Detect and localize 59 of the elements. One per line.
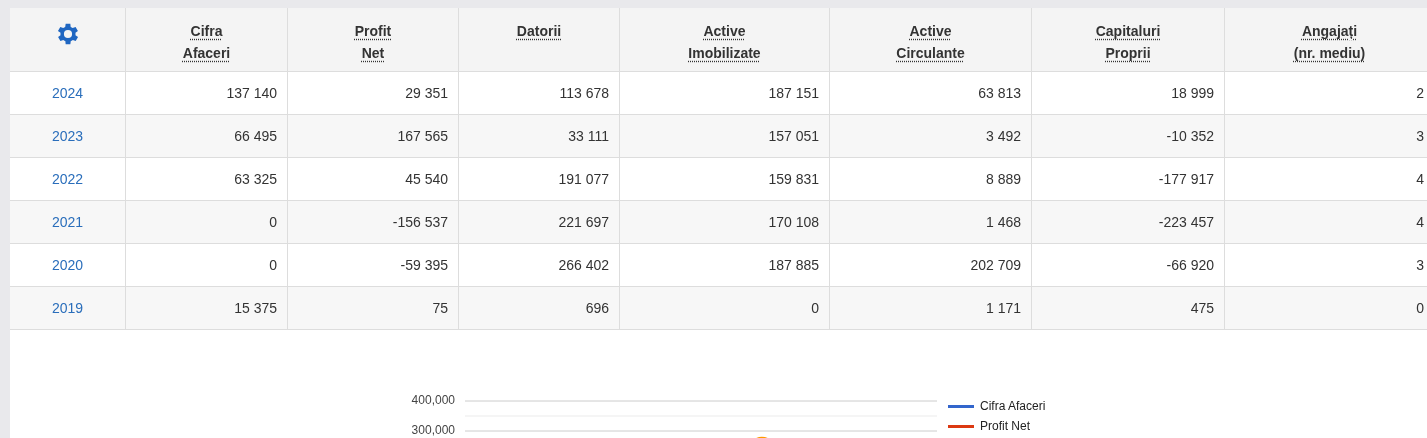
table-cell: -66 920 <box>1166 257 1214 273</box>
column-header[interactable]: Capitaluri Proprii <box>1095 20 1161 64</box>
table-cell: 159 831 <box>768 171 819 187</box>
table-cell: 1 171 <box>985 300 1021 316</box>
table-cell: 4 <box>1416 214 1424 230</box>
table-cell: 170 108 <box>768 214 819 230</box>
table-cell: 157 051 <box>768 128 819 144</box>
table-cell: 191 077 <box>558 171 609 187</box>
legend-label: Profit Net <box>980 419 1030 433</box>
table-cell: 0 <box>1416 300 1424 316</box>
table-cell: 18 999 <box>1171 85 1214 101</box>
table-cell: 221 697 <box>558 214 609 230</box>
table-cell: 3 <box>1416 128 1424 144</box>
table-cell: 75 <box>432 300 448 316</box>
table-cell: 15 375 <box>234 300 277 316</box>
table-cell: -223 457 <box>1158 214 1214 230</box>
column-header[interactable]: Active Imobilizate <box>688 20 761 64</box>
year-link[interactable]: 2024 <box>51 85 84 101</box>
axis-tick-label: 400,000 <box>411 393 455 407</box>
table-cell: 137 140 <box>226 85 277 101</box>
year-link[interactable]: 2020 <box>51 257 84 273</box>
table-cell: 63 325 <box>234 171 277 187</box>
column-header[interactable]: Angajați (nr. mediu) <box>1293 20 1366 64</box>
table-cell: 187 885 <box>768 257 819 273</box>
table-cell: 113 678 <box>559 85 609 101</box>
table-cell: 0 <box>811 300 819 316</box>
table-cell: 167 565 <box>397 128 448 144</box>
table-cell: 29 351 <box>405 85 448 101</box>
table-cell: 0 <box>269 214 277 230</box>
table-cell: 696 <box>585 300 609 316</box>
table-cell: 3 <box>1416 257 1424 273</box>
table-cell: -177 917 <box>1158 171 1214 187</box>
legend-label: Cifra Afaceri <box>980 399 1046 413</box>
table-cell: -59 395 <box>400 257 448 273</box>
table-cell: 266 402 <box>558 257 609 273</box>
year-link[interactable]: 2022 <box>51 171 84 187</box>
table-cell: 2 <box>1416 85 1424 101</box>
table-cell: 66 495 <box>234 128 277 144</box>
table-cell: 4 <box>1416 171 1424 187</box>
column-header[interactable]: Profit Net <box>354 20 392 64</box>
table-cell: 63 813 <box>978 85 1021 101</box>
table-cell: -156 537 <box>392 214 448 230</box>
column-header[interactable]: Cifra Afaceri <box>182 20 231 64</box>
table-cell: 3 492 <box>985 128 1021 144</box>
table-cell: 1 468 <box>985 214 1021 230</box>
axis-tick-label: 300,000 <box>411 423 455 437</box>
year-link[interactable]: 2019 <box>51 300 84 316</box>
table-cell: 8 889 <box>985 171 1021 187</box>
column-header[interactable]: Active Circulante <box>896 20 965 64</box>
table-cell: -10 352 <box>1166 128 1214 144</box>
table-cell: 187 151 <box>768 85 819 101</box>
table-cell: 202 709 <box>970 257 1021 273</box>
table-cell: 33 111 <box>568 128 609 144</box>
year-link[interactable]: 2023 <box>51 128 84 144</box>
column-header[interactable]: Datorii <box>516 20 562 42</box>
table-cell: 0 <box>269 257 277 273</box>
table-cell: 45 540 <box>405 171 448 187</box>
year-link[interactable]: 2021 <box>51 214 84 230</box>
table-cell: 475 <box>1190 300 1214 316</box>
